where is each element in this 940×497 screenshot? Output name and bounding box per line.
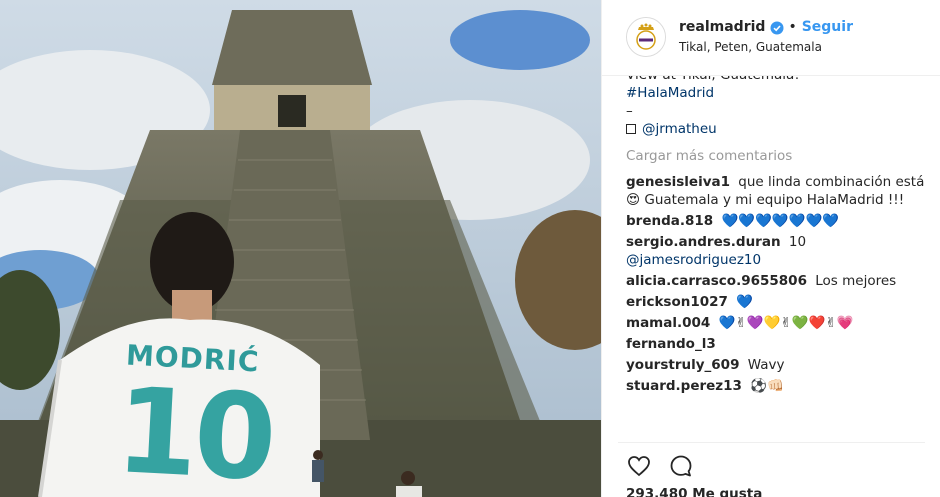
comment: sergio.andres.duran 10 @jamesrodriguez10	[626, 233, 926, 269]
avatar[interactable]	[626, 17, 666, 57]
username[interactable]: realmadrid	[679, 19, 765, 35]
comment: fernando_l3	[626, 335, 926, 353]
post-side-panel: realmadrid • Seguir Tikal, Peten, Guatem…	[601, 0, 940, 497]
comment-user[interactable]: stuard.perez13	[626, 378, 742, 394]
comment: yourstruly_609 Wavy	[626, 356, 926, 374]
real-madrid-crest-icon	[627, 18, 665, 56]
heart-icon[interactable]	[626, 453, 652, 479]
comment-user[interactable]: yourstruly_609	[626, 357, 739, 373]
comment-user[interactable]: sergio.andres.duran	[626, 234, 781, 250]
post-header: realmadrid • Seguir Tikal, Peten, Guatem…	[602, 0, 940, 76]
comment: erickson1027 💙	[626, 293, 926, 311]
separator-dot: •	[788, 19, 797, 35]
comment-user[interactable]: mamal.004	[626, 315, 710, 331]
comment-user[interactable]: alicia.carrasco.9655806	[626, 273, 807, 289]
load-more-comments-button[interactable]: Cargar más comentarios	[626, 147, 926, 165]
comments-list[interactable]: View at Tikal, Guatemala! #HalaMadrid – …	[626, 76, 926, 442]
comment-text: 💙💙💙💙💙💙💙	[721, 213, 840, 229]
comment-user[interactable]: brenda.818	[626, 213, 713, 229]
photo-credit: @jrmatheu	[626, 120, 926, 138]
verified-badge-icon	[770, 20, 784, 35]
tikal-temple-photo	[0, 0, 601, 497]
caption-line: View at Tikal, Guatemala!	[626, 76, 926, 84]
comment: alicia.carrasco.9655806 Los mejores	[626, 272, 926, 290]
follow-button[interactable]: Seguir	[802, 19, 853, 35]
comment: stuard.perez13 ⚽👊🏻	[626, 377, 926, 395]
comment-text: Wavy	[747, 357, 785, 373]
caption-dash: –	[626, 103, 633, 119]
comment: mamal.004 💙✌💜💛✌💚❤️✌💗	[626, 314, 926, 332]
comment-user[interactable]: genesisleiva1	[626, 174, 730, 190]
comment-user[interactable]: erickson1027	[626, 294, 728, 310]
comment-text: 💙	[736, 294, 754, 310]
comment: brenda.818 💙💙💙💙💙💙💙	[626, 212, 926, 230]
jersey-number: 10	[112, 361, 276, 497]
username-row: realmadrid • Seguir	[679, 19, 853, 35]
comment-text: 💙✌💜💛✌💚❤️✌💗	[718, 315, 854, 331]
credit-mention[interactable]: @jrmatheu	[642, 121, 717, 137]
comment-bubble-icon[interactable]	[668, 453, 694, 479]
comment-mention[interactable]: @jamesrodriguez10	[626, 252, 761, 268]
comment-text: ⚽👊🏻	[750, 378, 784, 394]
caption: View at Tikal, Guatemala! #HalaMadrid – …	[626, 76, 926, 395]
comment-user[interactable]: fernando_l3	[626, 336, 716, 352]
likes-count[interactable]: 293.480 Me gusta	[626, 486, 762, 497]
post-actions-bar: 293.480 Me gusta	[618, 442, 925, 497]
comment: genesisleiva1 que linda combinación está…	[626, 173, 926, 209]
comment-text: Los mejores	[815, 273, 897, 289]
hashtag-link[interactable]: #HalaMadrid	[626, 84, 926, 102]
camera-icon	[626, 124, 636, 134]
post-photo[interactable]: MODRIĆ 10	[0, 0, 601, 497]
instagram-post: MODRIĆ 10 realmadrid • Seguir Tikal, Pet…	[0, 0, 940, 497]
comment-text: 10	[788, 234, 807, 250]
location-link[interactable]: Tikal, Peten, Guatemala	[679, 40, 822, 54]
